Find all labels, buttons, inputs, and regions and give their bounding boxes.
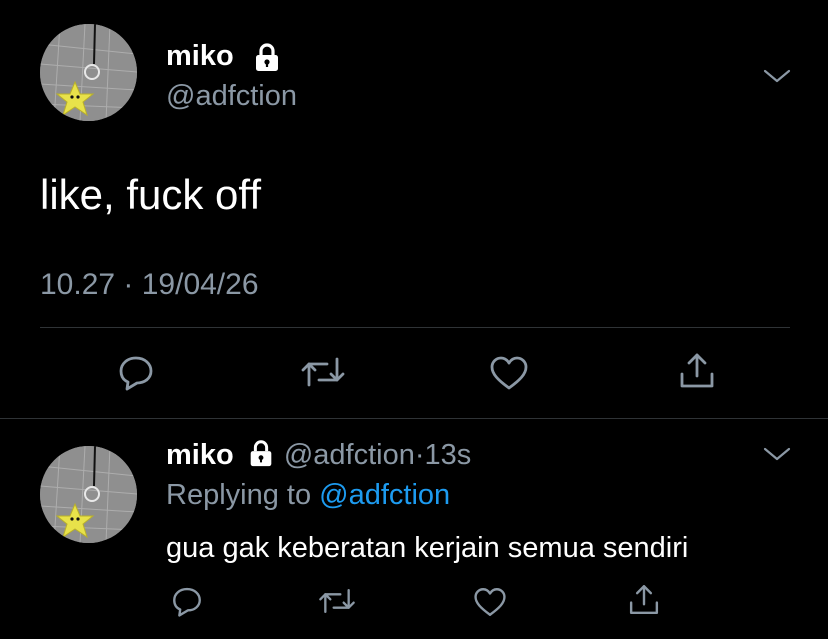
divider xyxy=(0,418,828,419)
replying-label: Replying to xyxy=(166,479,312,511)
author-name[interactable]: miko xyxy=(166,439,234,471)
lock-icon xyxy=(246,438,276,468)
reply-icon[interactable] xyxy=(116,352,156,392)
replying-to-line: Replying to @adfction xyxy=(166,479,450,512)
replying-to-handle[interactable]: @adfction xyxy=(319,479,450,511)
chevron-down-icon[interactable] xyxy=(762,444,792,464)
avatar-image xyxy=(40,24,137,121)
share-icon[interactable] xyxy=(626,582,662,618)
author-handle[interactable]: @adfction xyxy=(284,439,415,471)
chevron-down-icon[interactable] xyxy=(762,66,792,86)
avatar[interactable] xyxy=(40,446,137,543)
avatar[interactable] xyxy=(40,24,137,121)
tweet-text: like, fuck off xyxy=(40,171,261,218)
tweet-timestamp[interactable]: 10.27 · 19/04/26 xyxy=(40,268,259,302)
author-name[interactable]: miko xyxy=(166,40,234,73)
time-ago[interactable]: 13s xyxy=(425,439,472,471)
avatar-image xyxy=(40,446,137,543)
separator: · xyxy=(414,439,425,471)
retweet-icon[interactable] xyxy=(317,584,357,618)
like-icon[interactable] xyxy=(472,585,508,619)
retweet-icon[interactable] xyxy=(299,352,347,392)
divider xyxy=(40,327,790,328)
reply-text: gua gak keberatan kerjain semua sendiri xyxy=(166,532,689,564)
reply-header: miko @adfction·13s xyxy=(166,438,471,472)
author-handle[interactable]: @adfction xyxy=(166,80,297,113)
like-icon[interactable] xyxy=(488,353,530,393)
share-icon[interactable] xyxy=(676,350,718,392)
reply-icon[interactable] xyxy=(170,584,204,618)
lock-icon xyxy=(251,41,283,73)
